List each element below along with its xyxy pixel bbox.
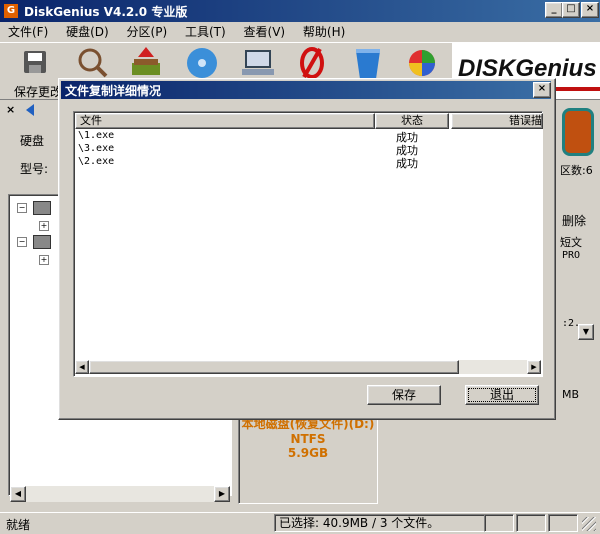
frag-text-1: PRO [562, 250, 581, 261]
floppy-icon [24, 51, 46, 73]
nav-back-icon[interactable] [26, 104, 34, 116]
disk-node-icon[interactable] [33, 201, 51, 215]
partition-fs: NTFS [290, 432, 326, 446]
recover-icon [132, 47, 160, 75]
status-cell-3 [548, 514, 578, 532]
minimize-button[interactable]: _ [545, 2, 563, 18]
table-row[interactable]: \3.exe 成功 [78, 143, 538, 157]
model-label: 型号: [20, 162, 49, 176]
tree-node-expand-icon-2[interactable]: − [17, 237, 27, 247]
computer-icon [242, 50, 274, 75]
row-file: \3.exe [78, 143, 115, 154]
menu-tools[interactable]: 工具(T) [185, 25, 226, 39]
table-row[interactable]: \2.exe 成功 [78, 156, 538, 170]
column-header-file[interactable]: 文件 [75, 113, 375, 129]
selection-info: 已选择: 40.9MB / 3 个文件。 [274, 514, 486, 532]
disk-label: 硬盘 [20, 134, 45, 148]
exit-button[interactable]: 退出 [465, 385, 539, 405]
row-file: \2.exe [78, 156, 115, 167]
list-hscrollbar[interactable]: ◀ ▶ [75, 360, 541, 374]
menu-view[interactable]: 查看(V) [244, 25, 286, 39]
status-cell-1 [484, 514, 514, 532]
table-row[interactable]: \1.exe 成功 [78, 130, 538, 144]
scroll-right-button[interactable]: ▶ [214, 486, 230, 502]
save-changes-button[interactable] [16, 45, 56, 85]
app-title: DiskGenius V4.2.0 专业版 [24, 5, 188, 19]
tree-hscrollbar[interactable]: ◀ ▶ [10, 486, 230, 502]
dialog-close-button[interactable]: × [533, 82, 551, 98]
row-file: \1.exe [78, 130, 115, 141]
pie-icon [409, 50, 435, 76]
tree-node-expand-icon[interactable]: − [17, 203, 27, 213]
save-changes-label: 保存更改 [14, 85, 63, 99]
partition-count: 区数:6 [560, 164, 593, 177]
dialog-title: 文件复制详细情况 [65, 84, 162, 98]
dialog-titlebar: 文件复制详细情况 × [61, 81, 551, 99]
resize-grip-icon[interactable] [582, 517, 596, 531]
list-scroll-left-button[interactable]: ◀ [75, 360, 89, 374]
format-icon [300, 47, 324, 79]
file-copy-dialog: 文件复制详细情况 × 文件 状态 错误描 \1.exe 成功 \3.exe 成功… [58, 78, 556, 420]
delete-tab[interactable]: 删除 [562, 212, 586, 229]
column-header-status[interactable]: 状态 [375, 113, 449, 129]
column-header-error[interactable]: 错误描 [451, 113, 543, 129]
scroll-left-button[interactable]: ◀ [10, 486, 26, 502]
tree-child-expand-icon[interactable]: + [39, 221, 49, 231]
tree-child-expand-icon-2[interactable]: + [39, 255, 49, 265]
disk-icon [187, 48, 217, 78]
list-scroll-right-button[interactable]: ▶ [527, 360, 541, 374]
status-text: 就绪 [6, 518, 31, 532]
trash-icon [356, 49, 380, 79]
save-button[interactable]: 保存 [367, 385, 441, 405]
file-list: 文件 状态 错误描 \1.exe 成功 \3.exe 成功 \2.exe 成功 … [73, 111, 543, 377]
frag-col: 短文 [560, 236, 582, 249]
maximize-button[interactable]: □ [562, 2, 580, 18]
frag-size: MB [562, 388, 580, 401]
app-titlebar: G DiskGenius V4.2.0 专业版 _ □ × [0, 0, 600, 22]
menu-help[interactable]: 帮助(H) [303, 25, 345, 39]
status-bar: 就绪 已选择: 40.9MB / 3 个文件。 [0, 512, 600, 534]
row-status: 成功 [396, 157, 418, 170]
magnifier-icon [78, 48, 108, 78]
disk-node-icon-2[interactable] [33, 235, 51, 249]
list-scroll-thumb[interactable] [89, 360, 459, 374]
panel-close-icon[interactable]: × [6, 103, 15, 116]
right-vscroll-down[interactable]: ▼ [578, 324, 594, 340]
menu-disk[interactable]: 硬盘(D) [66, 25, 109, 39]
status-cell-2 [516, 514, 546, 532]
menu-partition[interactable]: 分区(P) [127, 25, 168, 39]
menu-bar: 文件(F) 硬盘(D) 分区(P) 工具(T) 查看(V) 帮助(H) [8, 23, 359, 41]
partition-size: 5.9GB [287, 446, 329, 460]
menu-file[interactable]: 文件(F) [8, 25, 48, 39]
app-logo-icon: G [4, 4, 18, 18]
disk-graphic-icon [562, 108, 594, 156]
close-button[interactable]: × [581, 2, 599, 18]
